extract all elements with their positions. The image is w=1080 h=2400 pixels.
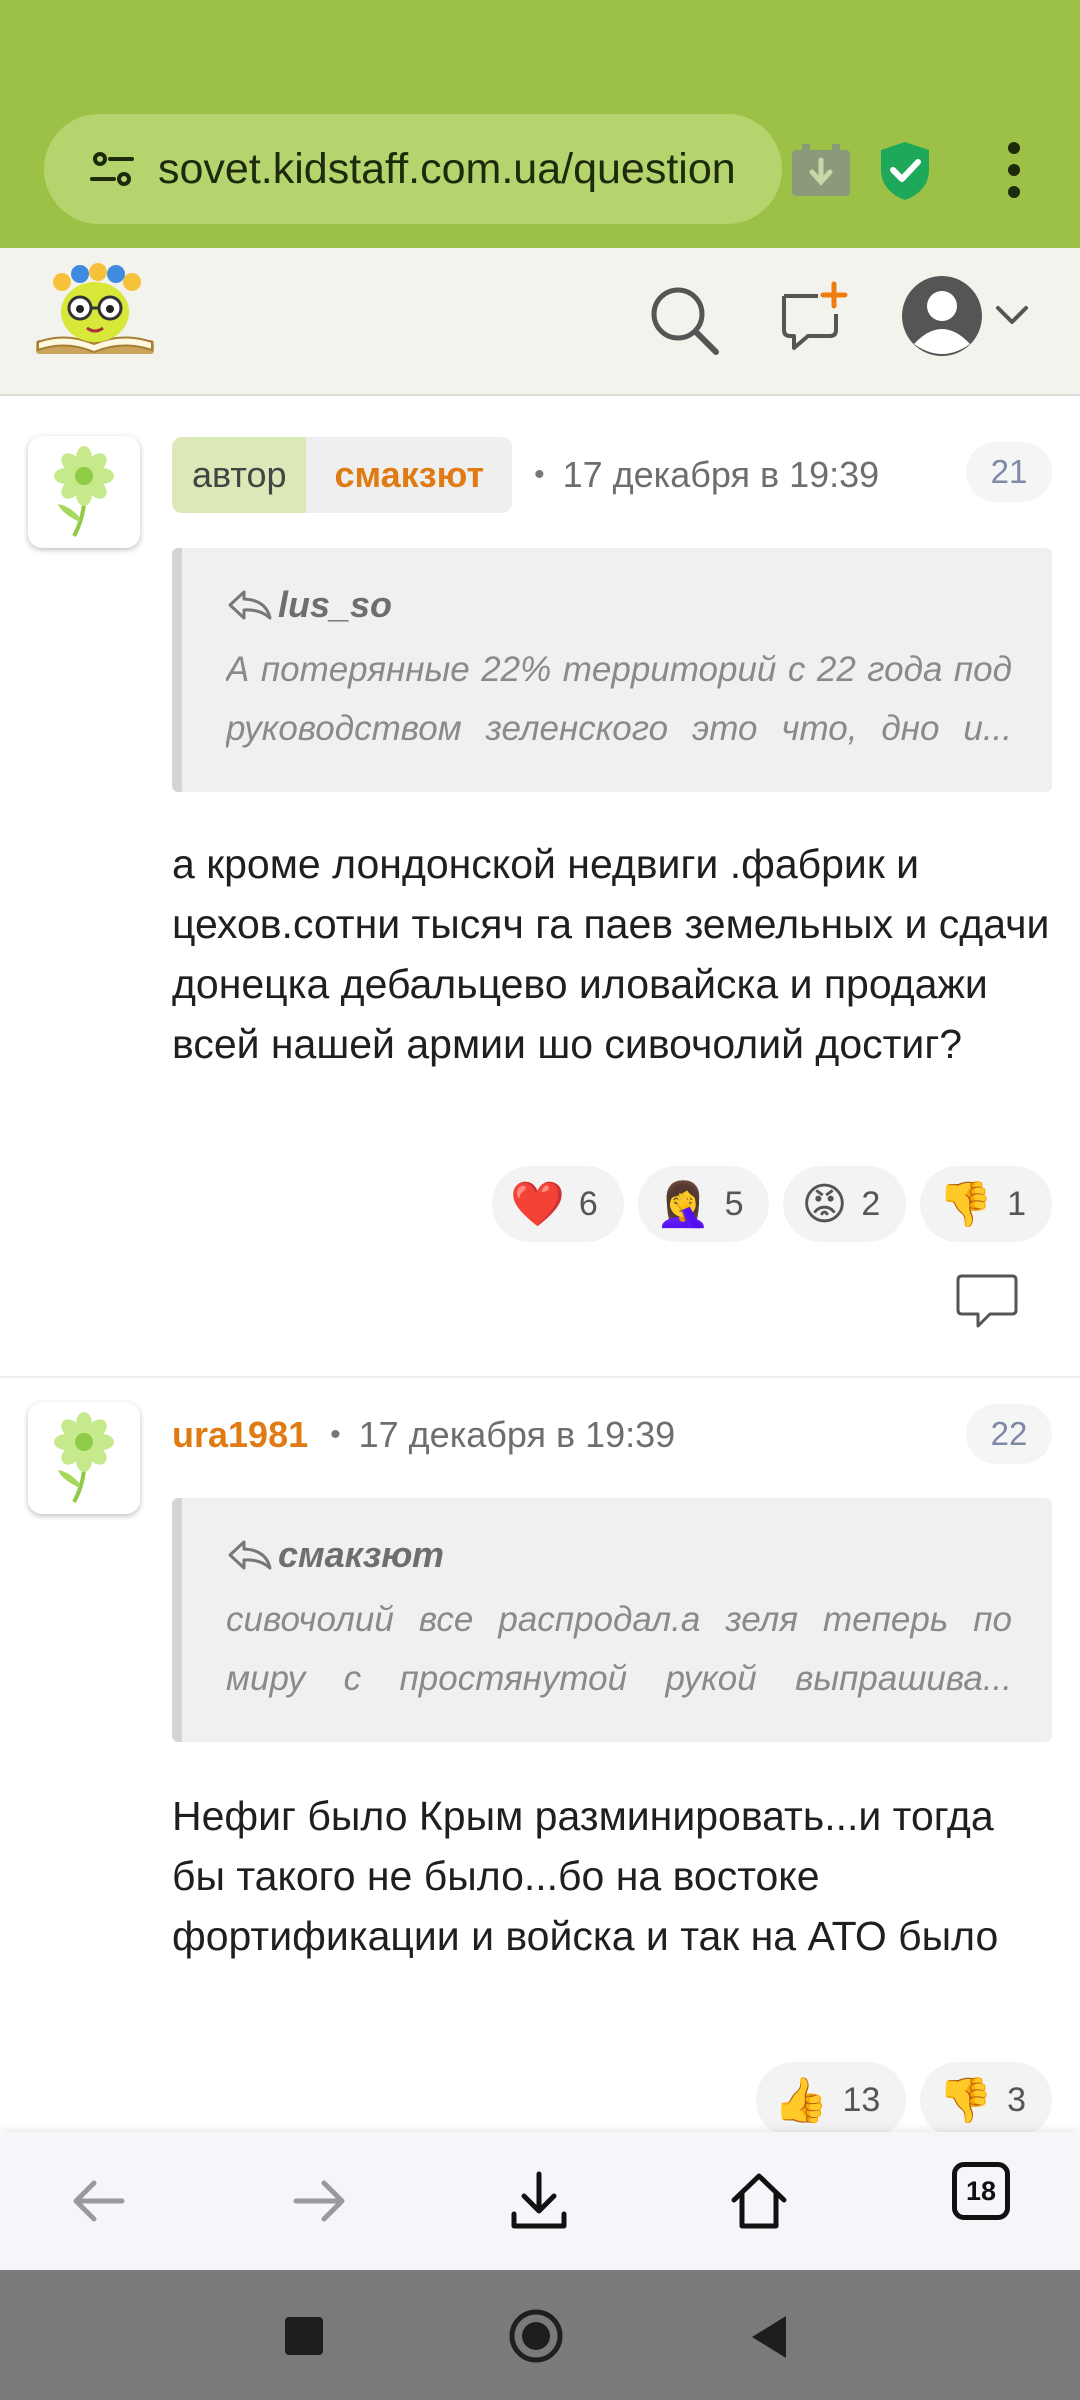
- site-header: [0, 248, 1080, 396]
- address-bar[interactable]: sovet.kidstaff.com.ua/question: [44, 114, 782, 224]
- quote-author: смакзют: [226, 1534, 1012, 1576]
- back-system-icon[interactable]: [748, 2314, 788, 2360]
- author-badge[interactable]: автор смакзют: [172, 437, 513, 513]
- reaction-thumbs-up[interactable]: 👍 13: [755, 2062, 907, 2138]
- reaction-count: 2: [861, 1184, 881, 1223]
- quote-line: руководством зеленского это что, дно и..…: [226, 709, 1012, 748]
- comment: автор смакзют • 17 декабря в 19:39 21 lu…: [0, 396, 1080, 1376]
- comment: ura1981 • 17 декабря в 19:39 22 смакзют …: [0, 1378, 1080, 2138]
- forward-icon[interactable]: [286, 2168, 352, 2234]
- reactions-bar: 👍 13 👎 3: [755, 2062, 1052, 2138]
- recents-icon[interactable]: [284, 2316, 324, 2356]
- reaction-thumbs-down[interactable]: 👎 3: [920, 2062, 1052, 2138]
- comment-meta: автор смакзют • 17 декабря в 19:39: [172, 436, 879, 514]
- back-icon[interactable]: [66, 2168, 132, 2234]
- reaction-heart[interactable]: ❤️ 6: [492, 1166, 624, 1242]
- reply-comment-icon[interactable]: [956, 1272, 1018, 1328]
- reaction-count: 3: [1007, 2080, 1026, 2119]
- thumbs-down-icon: 👎: [938, 1179, 994, 1230]
- comment-username[interactable]: смакзют: [306, 437, 513, 513]
- angry-face-icon: 😡: [801, 1178, 848, 1230]
- reactions-bar: ❤️ 6 🤦‍♀️ 5 😡 2 👎 1: [492, 1166, 1052, 1242]
- quoted-reply[interactable]: lus_so А потерянные 22% территорий с 22 …: [172, 548, 1052, 792]
- browser-toolbar: sovet.kidstaff.com.ua/question: [0, 0, 1080, 248]
- reaction-count: 13: [842, 2080, 881, 2119]
- home-icon[interactable]: [726, 2168, 792, 2234]
- new-post-icon[interactable]: [778, 280, 850, 352]
- comment-username[interactable]: ura1981: [172, 1414, 308, 1456]
- reply-arrow-icon: [228, 1540, 272, 1570]
- more-vert-icon[interactable]: [996, 140, 1032, 200]
- system-navigation-bar: [0, 2270, 1080, 2400]
- comment-date: 17 декабря в 19:39: [358, 1414, 676, 1455]
- reaction-angry[interactable]: 😡 2: [783, 1166, 907, 1242]
- quote-author-name: lus_so: [278, 584, 393, 625]
- avatar-icon[interactable]: [900, 274, 984, 358]
- tabs-switcher-button[interactable]: 18: [952, 2162, 1010, 2220]
- url-text[interactable]: sovet.kidstaff.com.ua/question: [158, 145, 782, 194]
- facepalm-icon: 🤦‍♀️: [655, 1179, 711, 1230]
- author-role-label: автор: [172, 437, 307, 513]
- user-avatar[interactable]: [28, 436, 140, 548]
- reaction-count: 6: [578, 1184, 598, 1223]
- flower-avatar-icon: [54, 446, 114, 537]
- shield-check-icon[interactable]: [877, 140, 933, 202]
- reply-arrow-icon: [228, 590, 272, 620]
- quote-line: миру с простянутой рукой выпрашива...: [226, 1659, 1012, 1698]
- comment-body: Нефиг было Крым разминировать...и тогда …: [172, 1793, 999, 1959]
- comment-number[interactable]: 21: [966, 442, 1052, 502]
- thumbs-down-icon: 👎: [938, 2075, 994, 2126]
- meta-separator: •: [534, 458, 545, 491]
- thumbs-up-icon: 👍: [773, 2075, 829, 2126]
- comment-meta: ura1981 • 17 декабря в 19:39: [172, 1396, 675, 1474]
- site-logo[interactable]: [32, 262, 158, 372]
- comment-body: а кроме лондонской недвиги .фабрик и цех…: [172, 841, 1050, 1067]
- home-system-icon[interactable]: [508, 2308, 564, 2364]
- reaction-facepalm[interactable]: 🤦‍♀️ 5: [637, 1166, 770, 1242]
- user-avatar[interactable]: [28, 1402, 140, 1514]
- quote-text: А потерянные 22% территорий с 22 года по…: [226, 640, 1012, 758]
- quote-author-name: смакзют: [278, 1534, 444, 1575]
- search-icon[interactable]: [646, 282, 722, 358]
- quote-text: сивочолий все распродал.а зеля теперь по…: [226, 1590, 1012, 1708]
- comment-number[interactable]: 22: [966, 1404, 1052, 1464]
- meta-separator: •: [330, 1418, 341, 1451]
- reaction-count: 5: [724, 1184, 744, 1223]
- download-page-icon[interactable]: [790, 142, 852, 198]
- chevron-down-icon[interactable]: [992, 300, 1032, 330]
- quoted-reply[interactable]: смакзют сивочолий все распродал.а зеля т…: [172, 1498, 1052, 1742]
- quote-line: сивочолий все распродал.а зеля теперь по: [226, 1600, 1012, 1639]
- browser-bottom-toolbar: 18: [0, 2132, 1080, 2270]
- reaction-count: 1: [1007, 1184, 1026, 1223]
- site-info-icon[interactable]: [88, 145, 136, 193]
- comment-date: 17 декабря в 19:39: [562, 454, 880, 495]
- flower-avatar-icon: [54, 1412, 114, 1503]
- reaction-thumbs-down[interactable]: 👎 1: [920, 1166, 1052, 1242]
- download-icon[interactable]: [506, 2168, 572, 2234]
- quote-author: lus_so: [226, 584, 1012, 626]
- heart-icon: ❤️: [510, 1179, 565, 1230]
- quote-line: А потерянные 22% территорий с 22 года по…: [226, 650, 1012, 689]
